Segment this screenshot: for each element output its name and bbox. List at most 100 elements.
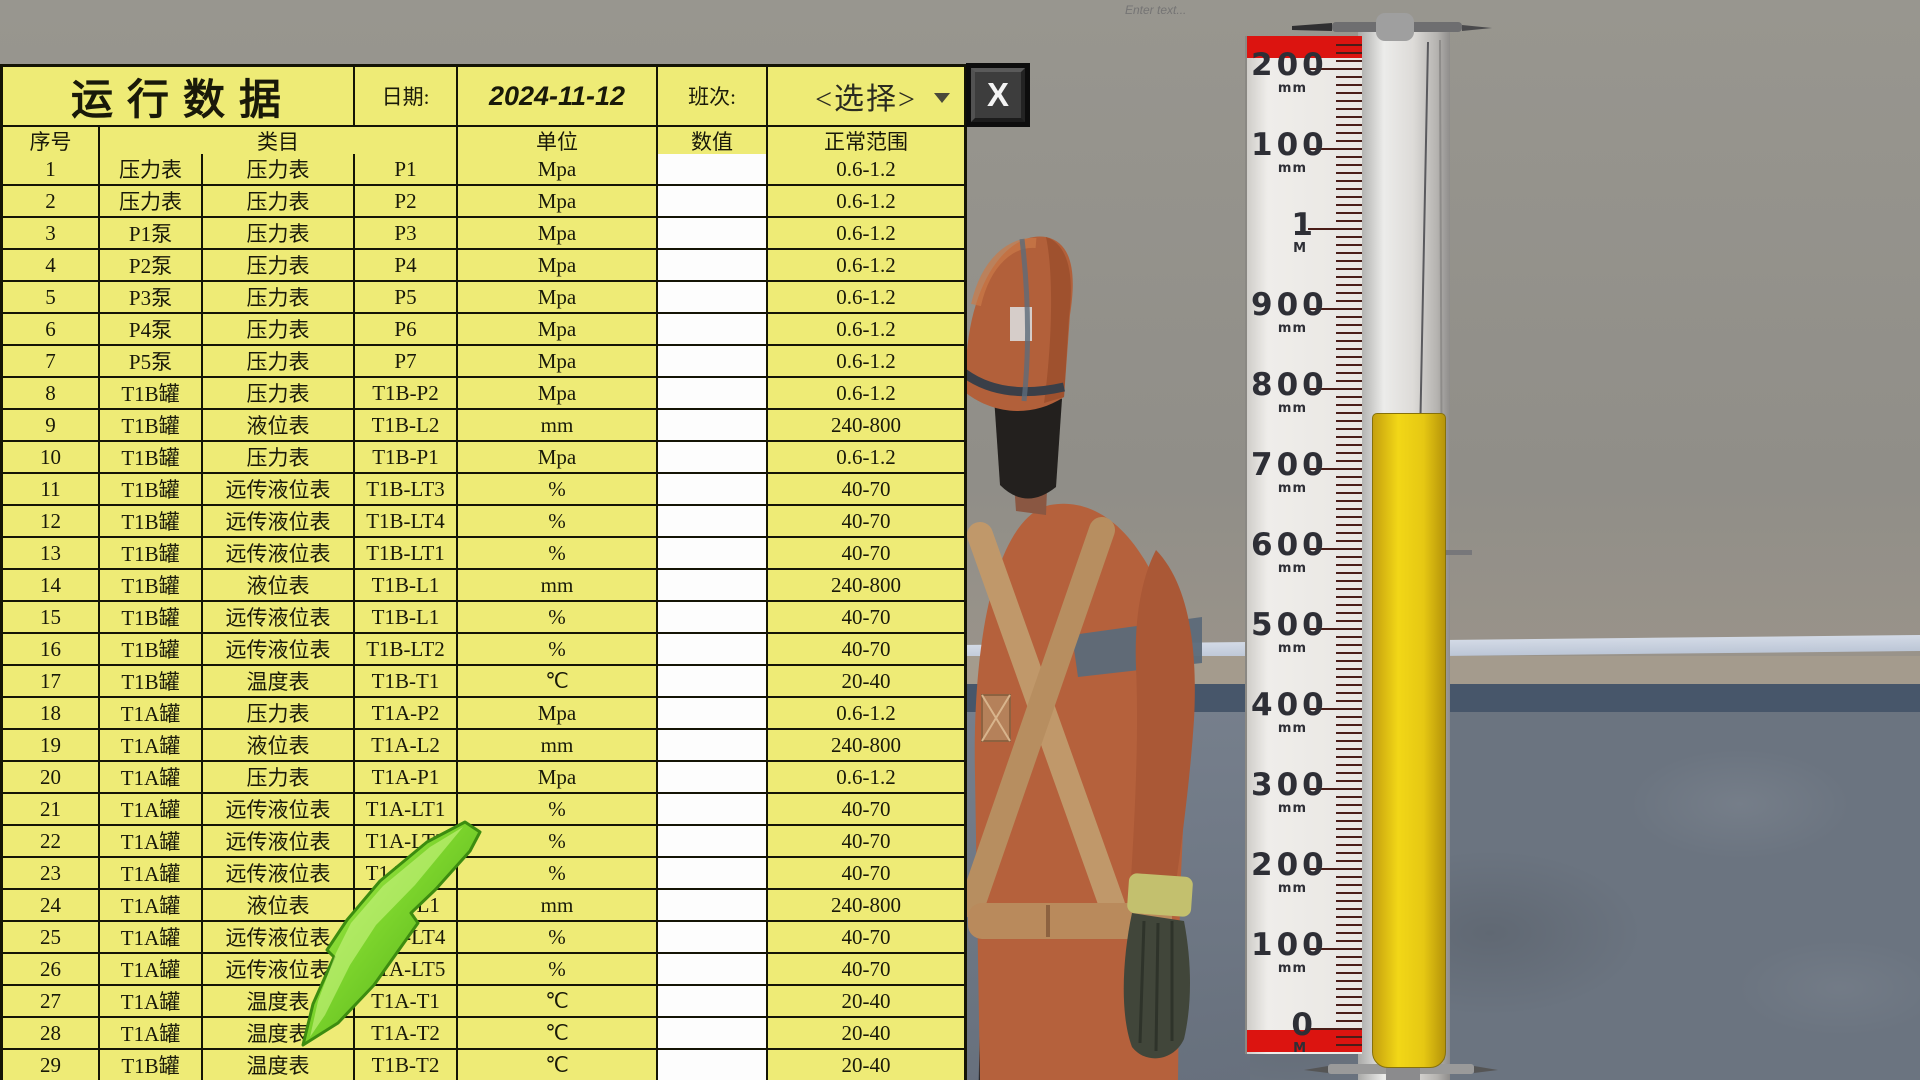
value-input[interactable] xyxy=(658,794,766,824)
value-input[interactable] xyxy=(658,250,766,280)
value-input[interactable] xyxy=(658,218,766,248)
cell-category-2: 压力表 xyxy=(203,314,353,344)
scale-tick-minor xyxy=(1336,900,1362,902)
cell-no: 12 xyxy=(3,506,98,536)
scale-label-number: 500 xyxy=(1251,610,1317,641)
table-row: 16T1B罐远传液位表T1B-LT2%40-70 xyxy=(3,634,964,664)
value-input[interactable] xyxy=(658,378,766,408)
value-input[interactable] xyxy=(658,666,766,696)
value-input[interactable] xyxy=(658,1050,766,1080)
scale-tick-minor xyxy=(1336,796,1362,798)
cell-category-1: T1B罐 xyxy=(100,602,201,632)
shift-select[interactable]: <选择> xyxy=(768,67,964,125)
cell-no: 22 xyxy=(3,826,98,856)
scale-tick-minor xyxy=(1336,124,1362,126)
table-row: 22T1A罐远传液位表T1A-LT2%40-70 xyxy=(3,826,964,856)
scale-tick-minor xyxy=(1336,92,1362,94)
scale-label-unit: mm xyxy=(1251,322,1317,335)
cell-category-2: 远传液位表 xyxy=(203,506,353,536)
cell-unit: mm xyxy=(458,890,656,920)
scale-label-unit: mm xyxy=(1251,962,1317,975)
scale-tick-minor xyxy=(1336,756,1362,758)
scale-tick-minor xyxy=(1336,556,1362,558)
scale-tick-minor xyxy=(1336,372,1362,374)
cell-category-2: 压力表 xyxy=(203,250,353,280)
close-button[interactable]: X xyxy=(966,63,1030,127)
cell-unit: Mpa xyxy=(458,154,656,184)
cell-no: 21 xyxy=(3,794,98,824)
cell-range: 0.6-1.2 xyxy=(768,154,964,184)
cell-category-1: 压力表 xyxy=(100,186,201,216)
value-input[interactable] xyxy=(658,474,766,504)
cell-unit: % xyxy=(458,922,656,952)
cell-category-1: P4泵 xyxy=(100,314,201,344)
value-input[interactable] xyxy=(658,698,766,728)
scale-tick-minor xyxy=(1336,676,1362,678)
scale-tick-minor xyxy=(1336,260,1362,262)
cell-unit: mm xyxy=(458,410,656,440)
value-input[interactable] xyxy=(658,826,766,856)
table-row: 25T1A罐远传液位表T1A-LT4%40-70 xyxy=(3,922,964,952)
scale-tick-minor xyxy=(1336,1012,1362,1014)
cell-category-2: 压力表 xyxy=(203,698,353,728)
value-input[interactable] xyxy=(658,858,766,888)
scale-label-unit: mm xyxy=(1251,642,1317,655)
chevron-down-icon[interactable] xyxy=(934,93,950,103)
cell-tag: T1B-LT4 xyxy=(355,506,456,536)
value-input[interactable] xyxy=(658,538,766,568)
cell-tag: T1A-T2 xyxy=(355,1018,456,1048)
value-input[interactable] xyxy=(658,1018,766,1048)
value-input[interactable] xyxy=(658,506,766,536)
scale-label: 0M xyxy=(1251,1010,1317,1055)
cell-unit: % xyxy=(458,538,656,568)
cell-unit: Mpa xyxy=(458,218,656,248)
value-input[interactable] xyxy=(658,986,766,1016)
value-input[interactable] xyxy=(658,442,766,472)
scale-tick-minor xyxy=(1336,172,1362,174)
scale-tick-minor xyxy=(1336,740,1362,742)
value-input[interactable] xyxy=(658,186,766,216)
header-range: 正常范围 xyxy=(768,127,964,154)
scale-tick-minor xyxy=(1336,420,1362,422)
value-input[interactable] xyxy=(658,762,766,792)
cell-no: 20 xyxy=(3,762,98,792)
value-input[interactable] xyxy=(658,282,766,312)
value-input[interactable] xyxy=(658,890,766,920)
value-input[interactable] xyxy=(658,570,766,600)
value-input[interactable] xyxy=(658,922,766,952)
value-input[interactable] xyxy=(658,154,766,184)
header-category: 类目 xyxy=(100,127,456,154)
value-input[interactable] xyxy=(658,346,766,376)
value-input[interactable] xyxy=(658,634,766,664)
value-input[interactable] xyxy=(658,730,766,760)
scale-tick-minor xyxy=(1336,988,1362,990)
cell-category-1: T1A罐 xyxy=(100,1018,201,1048)
value-input[interactable] xyxy=(658,602,766,632)
scale-tick-minor xyxy=(1336,44,1362,46)
scale-tick-minor xyxy=(1336,700,1362,702)
scale-tick-minor xyxy=(1336,812,1362,814)
table-header-row: 序号 类目 单位 数值 正常范围 xyxy=(3,127,964,154)
value-input[interactable] xyxy=(658,314,766,344)
date-value[interactable]: 2024-11-12 xyxy=(458,67,656,125)
cell-unit: Mpa xyxy=(458,250,656,280)
value-input[interactable] xyxy=(658,954,766,984)
cell-tag: T1A-P1 xyxy=(355,762,456,792)
cell-category-1: T1A罐 xyxy=(100,730,201,760)
cell-category-2: 远传液位表 xyxy=(203,826,353,856)
cell-category-1: T1A罐 xyxy=(100,698,201,728)
value-input[interactable] xyxy=(658,410,766,440)
table-row: 12T1B罐远传液位表T1B-LT4%40-70 xyxy=(3,506,964,536)
cell-no: 1 xyxy=(3,154,98,184)
scale-tick-minor xyxy=(1336,732,1362,734)
date-label: 日期: xyxy=(355,67,456,125)
cell-no: 2 xyxy=(3,186,98,216)
cell-no: 13 xyxy=(3,538,98,568)
scale-tick-minor xyxy=(1336,380,1362,382)
cell-category-2: 远传液位表 xyxy=(203,794,353,824)
scale-tick-minor xyxy=(1336,540,1362,542)
cell-unit: ℃ xyxy=(458,666,656,696)
cell-tag: T1A-LT4 xyxy=(355,922,456,952)
close-icon[interactable]: X xyxy=(971,68,1025,122)
cell-category-2: 远传液位表 xyxy=(203,858,353,888)
